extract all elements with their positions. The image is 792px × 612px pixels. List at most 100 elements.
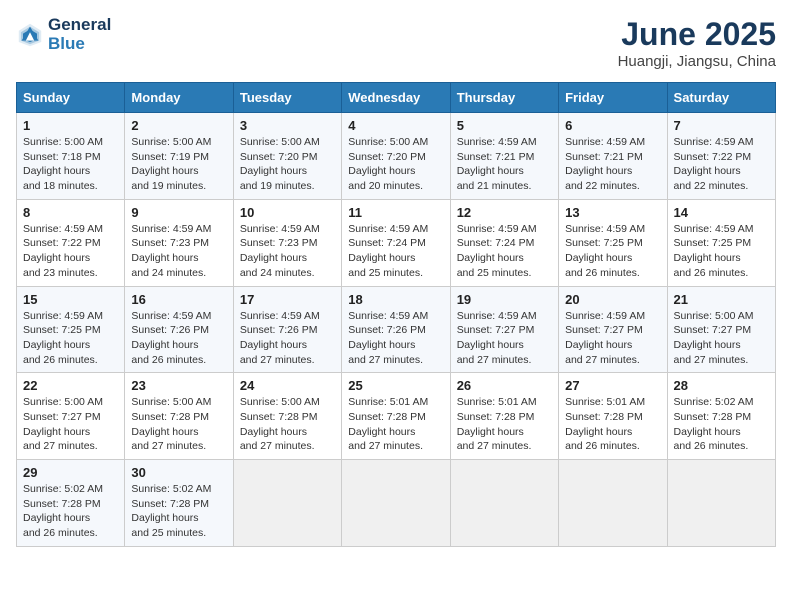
day-info: Sunrise: 5:00 AM Sunset: 7:28 PM Dayligh… <box>131 395 226 454</box>
calendar-cell: 26 Sunrise: 5:01 AM Sunset: 7:28 PM Dayl… <box>450 373 558 460</box>
calendar-week-1: 1 Sunrise: 5:00 AM Sunset: 7:18 PM Dayli… <box>17 113 776 200</box>
calendar-cell: 1 Sunrise: 5:00 AM Sunset: 7:18 PM Dayli… <box>17 113 125 200</box>
day-info: Sunrise: 5:00 AM Sunset: 7:19 PM Dayligh… <box>131 135 226 194</box>
day-number: 2 <box>131 118 226 133</box>
day-info: Sunrise: 4:59 AM Sunset: 7:22 PM Dayligh… <box>674 135 769 194</box>
day-number: 20 <box>565 292 660 307</box>
calendar-cell <box>667 460 775 547</box>
day-number: 22 <box>23 378 118 393</box>
day-info: Sunrise: 4:59 AM Sunset: 7:26 PM Dayligh… <box>348 309 443 368</box>
calendar-cell: 7 Sunrise: 4:59 AM Sunset: 7:22 PM Dayli… <box>667 113 775 200</box>
day-info: Sunrise: 5:00 AM Sunset: 7:27 PM Dayligh… <box>23 395 118 454</box>
calendar-cell: 2 Sunrise: 5:00 AM Sunset: 7:19 PM Dayli… <box>125 113 233 200</box>
day-number: 25 <box>348 378 443 393</box>
day-number: 14 <box>674 205 769 220</box>
day-info: Sunrise: 5:02 AM Sunset: 7:28 PM Dayligh… <box>23 482 118 541</box>
logo: General Blue <box>16 16 111 53</box>
day-info: Sunrise: 4:59 AM Sunset: 7:23 PM Dayligh… <box>240 222 335 281</box>
calendar-week-5: 29 Sunrise: 5:02 AM Sunset: 7:28 PM Dayl… <box>17 460 776 547</box>
calendar-cell: 25 Sunrise: 5:01 AM Sunset: 7:28 PM Dayl… <box>342 373 450 460</box>
day-number: 28 <box>674 378 769 393</box>
calendar-cell: 29 Sunrise: 5:02 AM Sunset: 7:28 PM Dayl… <box>17 460 125 547</box>
day-header-thursday: Thursday <box>450 83 558 113</box>
calendar-cell: 19 Sunrise: 4:59 AM Sunset: 7:27 PM Dayl… <box>450 286 558 373</box>
day-info: Sunrise: 4:59 AM Sunset: 7:25 PM Dayligh… <box>565 222 660 281</box>
calendar-cell: 13 Sunrise: 4:59 AM Sunset: 7:25 PM Dayl… <box>559 199 667 286</box>
day-info: Sunrise: 4:59 AM Sunset: 7:21 PM Dayligh… <box>565 135 660 194</box>
day-info: Sunrise: 5:00 AM Sunset: 7:20 PM Dayligh… <box>240 135 335 194</box>
calendar-week-3: 15 Sunrise: 4:59 AM Sunset: 7:25 PM Dayl… <box>17 286 776 373</box>
day-info: Sunrise: 4:59 AM Sunset: 7:27 PM Dayligh… <box>565 309 660 368</box>
calendar-table: SundayMondayTuesdayWednesdayThursdayFrid… <box>16 82 776 547</box>
calendar-cell: 8 Sunrise: 4:59 AM Sunset: 7:22 PM Dayli… <box>17 199 125 286</box>
day-header-saturday: Saturday <box>667 83 775 113</box>
calendar-week-2: 8 Sunrise: 4:59 AM Sunset: 7:22 PM Dayli… <box>17 199 776 286</box>
day-info: Sunrise: 5:02 AM Sunset: 7:28 PM Dayligh… <box>674 395 769 454</box>
day-header-friday: Friday <box>559 83 667 113</box>
calendar-cell <box>559 460 667 547</box>
day-number: 1 <box>23 118 118 133</box>
day-number: 24 <box>240 378 335 393</box>
day-header-sunday: Sunday <box>17 83 125 113</box>
calendar-cell: 10 Sunrise: 4:59 AM Sunset: 7:23 PM Dayl… <box>233 199 341 286</box>
logo-icon <box>16 21 44 49</box>
calendar-cell: 20 Sunrise: 4:59 AM Sunset: 7:27 PM Dayl… <box>559 286 667 373</box>
day-info: Sunrise: 5:00 AM Sunset: 7:18 PM Dayligh… <box>23 135 118 194</box>
calendar-cell: 23 Sunrise: 5:00 AM Sunset: 7:28 PM Dayl… <box>125 373 233 460</box>
day-number: 7 <box>674 118 769 133</box>
day-info: Sunrise: 4:59 AM Sunset: 7:25 PM Dayligh… <box>674 222 769 281</box>
day-info: Sunrise: 4:59 AM Sunset: 7:22 PM Dayligh… <box>23 222 118 281</box>
day-info: Sunrise: 4:59 AM Sunset: 7:26 PM Dayligh… <box>131 309 226 368</box>
day-info: Sunrise: 4:59 AM Sunset: 7:26 PM Dayligh… <box>240 309 335 368</box>
day-info: Sunrise: 5:01 AM Sunset: 7:28 PM Dayligh… <box>457 395 552 454</box>
day-header-wednesday: Wednesday <box>342 83 450 113</box>
calendar-cell: 18 Sunrise: 4:59 AM Sunset: 7:26 PM Dayl… <box>342 286 450 373</box>
day-info: Sunrise: 5:00 AM Sunset: 7:27 PM Dayligh… <box>674 309 769 368</box>
day-number: 13 <box>565 205 660 220</box>
day-number: 11 <box>348 205 443 220</box>
day-header-monday: Monday <box>125 83 233 113</box>
calendar-cell: 4 Sunrise: 5:00 AM Sunset: 7:20 PM Dayli… <box>342 113 450 200</box>
day-info: Sunrise: 5:02 AM Sunset: 7:28 PM Dayligh… <box>131 482 226 541</box>
page-header: General Blue June 2025 Huangji, Jiangsu,… <box>16 16 776 70</box>
day-number: 19 <box>457 292 552 307</box>
day-number: 10 <box>240 205 335 220</box>
calendar-cell: 3 Sunrise: 5:00 AM Sunset: 7:20 PM Dayli… <box>233 113 341 200</box>
calendar-cell: 11 Sunrise: 4:59 AM Sunset: 7:24 PM Dayl… <box>342 199 450 286</box>
day-number: 21 <box>674 292 769 307</box>
calendar-cell <box>233 460 341 547</box>
calendar-cell: 22 Sunrise: 5:00 AM Sunset: 7:27 PM Dayl… <box>17 373 125 460</box>
calendar-cell: 27 Sunrise: 5:01 AM Sunset: 7:28 PM Dayl… <box>559 373 667 460</box>
day-number: 4 <box>348 118 443 133</box>
calendar-cell: 16 Sunrise: 4:59 AM Sunset: 7:26 PM Dayl… <box>125 286 233 373</box>
calendar-cell: 21 Sunrise: 5:00 AM Sunset: 7:27 PM Dayl… <box>667 286 775 373</box>
day-info: Sunrise: 5:01 AM Sunset: 7:28 PM Dayligh… <box>565 395 660 454</box>
calendar-cell: 15 Sunrise: 4:59 AM Sunset: 7:25 PM Dayl… <box>17 286 125 373</box>
day-number: 30 <box>131 465 226 480</box>
day-number: 3 <box>240 118 335 133</box>
location: Huangji, Jiangsu, China <box>618 53 776 70</box>
day-info: Sunrise: 5:01 AM Sunset: 7:28 PM Dayligh… <box>348 395 443 454</box>
calendar-cell <box>450 460 558 547</box>
calendar-week-4: 22 Sunrise: 5:00 AM Sunset: 7:27 PM Dayl… <box>17 373 776 460</box>
calendar-cell: 17 Sunrise: 4:59 AM Sunset: 7:26 PM Dayl… <box>233 286 341 373</box>
title-block: June 2025 Huangji, Jiangsu, China <box>618 16 776 70</box>
day-number: 9 <box>131 205 226 220</box>
calendar-cell: 9 Sunrise: 4:59 AM Sunset: 7:23 PM Dayli… <box>125 199 233 286</box>
day-info: Sunrise: 4:59 AM Sunset: 7:24 PM Dayligh… <box>348 222 443 281</box>
logo-text: General Blue <box>48 16 111 53</box>
day-number: 12 <box>457 205 552 220</box>
calendar-cell: 5 Sunrise: 4:59 AM Sunset: 7:21 PM Dayli… <box>450 113 558 200</box>
day-info: Sunrise: 4:59 AM Sunset: 7:23 PM Dayligh… <box>131 222 226 281</box>
day-number: 17 <box>240 292 335 307</box>
calendar-cell: 28 Sunrise: 5:02 AM Sunset: 7:28 PM Dayl… <box>667 373 775 460</box>
day-info: Sunrise: 4:59 AM Sunset: 7:24 PM Dayligh… <box>457 222 552 281</box>
day-info: Sunrise: 4:59 AM Sunset: 7:27 PM Dayligh… <box>457 309 552 368</box>
day-info: Sunrise: 5:00 AM Sunset: 7:20 PM Dayligh… <box>348 135 443 194</box>
day-number: 5 <box>457 118 552 133</box>
day-info: Sunrise: 5:00 AM Sunset: 7:28 PM Dayligh… <box>240 395 335 454</box>
calendar-cell <box>342 460 450 547</box>
day-number: 27 <box>565 378 660 393</box>
calendar-cell: 12 Sunrise: 4:59 AM Sunset: 7:24 PM Dayl… <box>450 199 558 286</box>
day-info: Sunrise: 4:59 AM Sunset: 7:25 PM Dayligh… <box>23 309 118 368</box>
